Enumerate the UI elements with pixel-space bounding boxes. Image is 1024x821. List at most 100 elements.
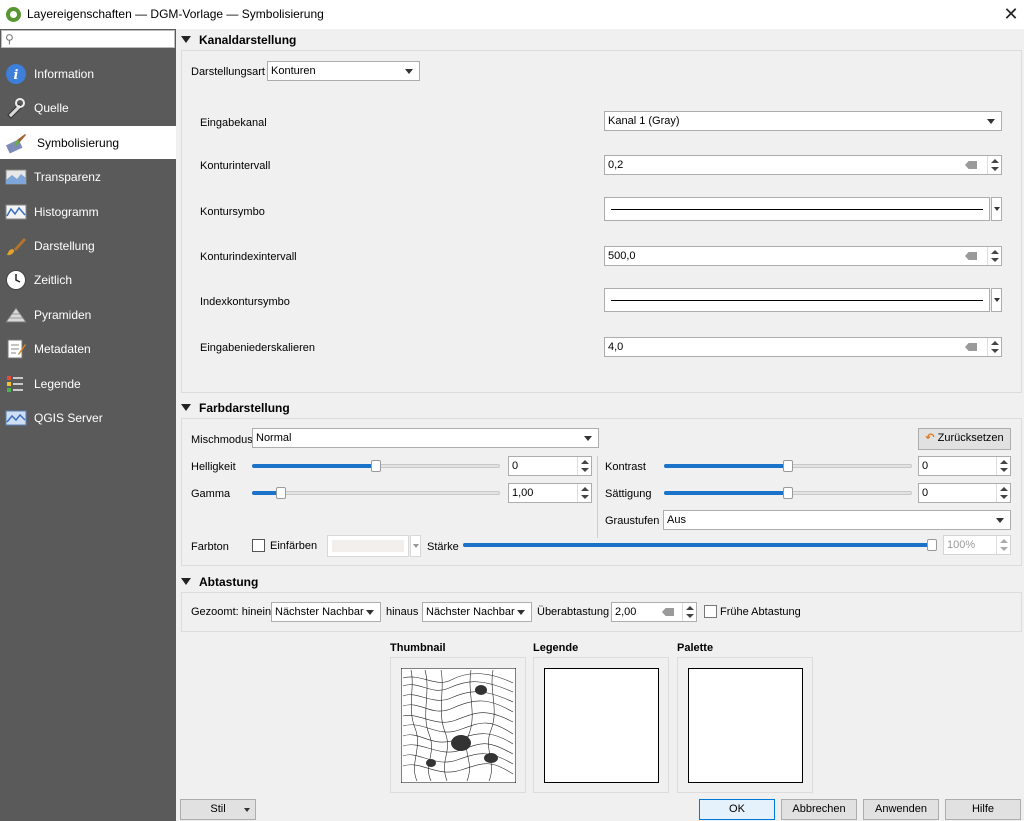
spin-arrows[interactable]: [987, 338, 1001, 356]
sidebar-item-label: Metadaten: [34, 342, 91, 356]
spin-arrows[interactable]: [996, 484, 1010, 502]
strength-slider[interactable]: [463, 538, 937, 552]
source-icon: [7, 98, 25, 119]
slider-handle[interactable]: [783, 460, 793, 472]
colorize-label: Einfärben: [270, 540, 318, 552]
clear-icon[interactable]: [965, 343, 977, 351]
contour-symbol-button[interactable]: [604, 197, 990, 221]
palette-preview: [677, 657, 813, 793]
sidebar-item-label: Zeitlich: [34, 273, 73, 287]
slider-handle[interactable]: [371, 460, 381, 472]
chevron-down-icon: [517, 610, 525, 615]
oversampling-label: Überabtastung: [537, 606, 610, 618]
sidebar-item-histogram[interactable]: Histogramm: [0, 195, 176, 228]
contrast-spinbox[interactable]: 0: [918, 456, 1011, 476]
spin-arrows[interactable]: [577, 484, 591, 502]
slider-handle[interactable]: [927, 539, 937, 551]
contour-symbol-dropdown[interactable]: [991, 197, 1002, 221]
spin-arrows[interactable]: [996, 457, 1010, 475]
sidebar-item-transparency[interactable]: Transparenz: [0, 160, 176, 193]
help-button[interactable]: Hilfe: [945, 799, 1021, 820]
spin-arrows[interactable]: [987, 156, 1001, 174]
resampling-title: Abtastung: [199, 575, 259, 589]
arrow-up-icon: [991, 159, 999, 163]
legend-preview-label: Legende: [533, 642, 579, 654]
brightness-spinbox[interactable]: 0: [508, 456, 592, 476]
contour-interval-spinbox[interactable]: 0,2: [604, 155, 1002, 175]
zoomed-in-select[interactable]: Nächster Nachbar: [271, 602, 381, 622]
index-symbol-button[interactable]: [604, 288, 990, 312]
band-rendering-panel: Darstellungsart Konturen Eingabekanal Ka…: [181, 50, 1022, 393]
collapse-triangle-icon: [181, 36, 191, 43]
resampling-header[interactable]: Abtastung: [181, 575, 258, 589]
oversampling-spinbox[interactable]: 2,00: [611, 602, 697, 622]
search-input[interactable]: ⚲: [1, 30, 175, 48]
sidebar-item-rendering[interactable]: Darstellung: [0, 229, 176, 262]
sidebar-item-temporal[interactable]: Zeitlich: [0, 263, 176, 296]
sidebar-item-symbology[interactable]: Symbolisierung: [0, 126, 176, 159]
sidebar-item-pyramids[interactable]: Pyramiden: [0, 298, 176, 331]
sidebar-item-legend[interactable]: Legende: [0, 367, 176, 400]
sidebar-item-label: Symbolisierung: [37, 136, 120, 150]
index-interval-spinbox[interactable]: 500,0: [604, 246, 1002, 266]
chevron-down-icon: [366, 610, 374, 615]
oversampling-value: 2,00: [615, 606, 637, 618]
sidebar-item-information[interactable]: i Information: [0, 57, 176, 90]
index-interval-label: Konturindexintervall: [200, 251, 297, 263]
band-rendering-header[interactable]: Kanaldarstellung: [181, 33, 296, 47]
clear-icon[interactable]: [662, 608, 674, 616]
strength-spinbox[interactable]: 100%: [943, 535, 1011, 555]
slider-handle[interactable]: [783, 487, 793, 499]
ok-button[interactable]: OK: [699, 799, 775, 820]
arrow-up-icon: [1000, 487, 1008, 491]
contrast-slider[interactable]: [664, 459, 912, 473]
band-rendering-title: Kanaldarstellung: [199, 33, 297, 47]
downscale-spinbox[interactable]: 4,0: [604, 337, 1002, 357]
close-icon[interactable]: ✕: [1000, 3, 1022, 25]
input-band-select[interactable]: Kanal 1 (Gray): [604, 111, 1002, 131]
spin-arrows[interactable]: [682, 603, 696, 621]
saturation-spinbox[interactable]: 0: [918, 483, 1011, 503]
cancel-button[interactable]: Abbrechen: [781, 799, 857, 820]
sidebar-item-metadata[interactable]: Metadaten: [0, 332, 176, 365]
color-dropdown[interactable]: [410, 535, 421, 557]
svg-text:i: i: [14, 68, 19, 83]
index-symbol-dropdown[interactable]: [991, 288, 1002, 312]
slider-handle[interactable]: [276, 487, 286, 499]
sidebar: i Information Quelle Symbolisierung Tran…: [0, 29, 176, 821]
spin-arrows[interactable]: [996, 536, 1010, 554]
clear-icon[interactable]: [965, 161, 977, 169]
render-type-select[interactable]: Konturen: [267, 61, 420, 81]
colorize-checkbox[interactable]: [252, 539, 265, 552]
arrow-down-icon: [991, 258, 999, 262]
grayscale-label: Graustufen: [605, 515, 660, 527]
contrast-label: Kontrast: [605, 461, 646, 473]
gamma-slider[interactable]: [252, 486, 500, 500]
clear-icon[interactable]: [965, 252, 977, 260]
color-swatch-button[interactable]: [327, 535, 409, 557]
spin-arrows[interactable]: [987, 247, 1001, 265]
zoomed-out-value: Nächster Nachbar: [426, 606, 515, 618]
spin-arrows[interactable]: [577, 457, 591, 475]
blend-mode-select[interactable]: Normal: [252, 428, 599, 448]
index-symbol-label: Indexkontursymbo: [200, 296, 290, 308]
style-menu-button[interactable]: Stil: [180, 799, 256, 820]
sidebar-item-source[interactable]: Quelle: [0, 91, 176, 124]
downscale-label: Eingabeniederskalieren: [200, 342, 315, 354]
color-rendering-header[interactable]: Farbdarstellung: [181, 401, 290, 415]
separator: [597, 456, 598, 538]
grayscale-select[interactable]: Aus: [663, 510, 1011, 530]
saturation-slider[interactable]: [664, 486, 912, 500]
sidebar-item-label: Pyramiden: [34, 308, 92, 322]
early-resampling-label: Frühe Abtastung: [720, 606, 801, 618]
apply-button[interactable]: Anwenden: [863, 799, 939, 820]
legend-preview: [533, 657, 669, 793]
reset-button[interactable]: ↶ Zurücksetzen: [918, 428, 1011, 450]
histogram-icon: [5, 204, 27, 220]
zoomed-out-select[interactable]: Nächster Nachbar: [422, 602, 532, 622]
early-resampling-checkbox[interactable]: [704, 605, 717, 618]
sidebar-item-qgis-server[interactable]: QGIS Server: [0, 401, 176, 434]
title-bar: Layereigenschaften — DGM-Vorlage — Symbo…: [0, 0, 1024, 29]
brightness-slider[interactable]: [252, 459, 500, 473]
gamma-spinbox[interactable]: 1,00: [508, 483, 592, 503]
